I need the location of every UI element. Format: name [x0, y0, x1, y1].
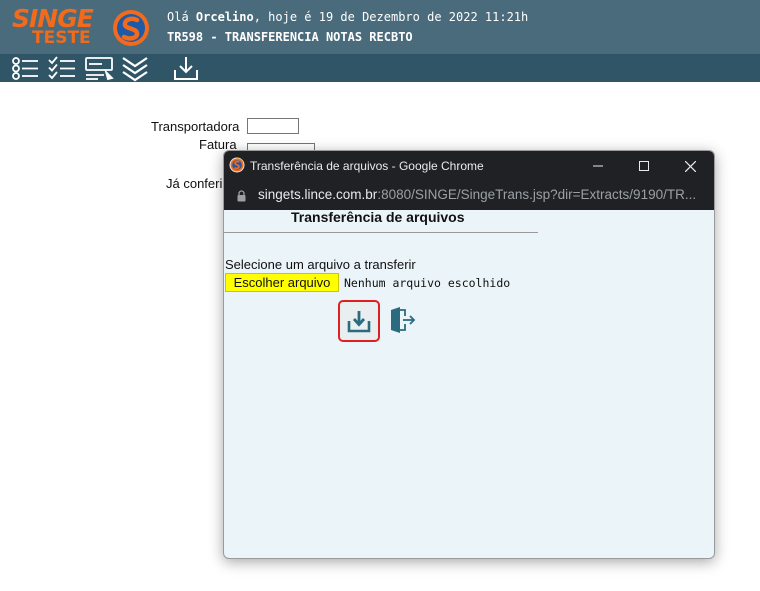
heading-divider — [224, 232, 538, 233]
maximize-icon — [639, 161, 649, 171]
ja-conferido-label: Já conferi — [166, 176, 223, 191]
maximize-button[interactable] — [621, 151, 667, 181]
singe-emblem-icon — [113, 10, 149, 46]
user-name: Orcelino — [195, 10, 254, 24]
lock-icon — [237, 190, 246, 202]
transportadora-input[interactable] — [247, 118, 299, 134]
chrome-icon — [229, 157, 245, 173]
upload-button[interactable] — [338, 300, 380, 342]
popup-heading: Transferência de arquivos — [291, 209, 465, 225]
checklist-icon[interactable] — [47, 55, 77, 82]
url-host: singets.lince.com.br — [258, 187, 378, 202]
double-chevron-down-icon[interactable] — [120, 55, 150, 82]
select-file-instruction: Selecione um arquivo a transferir — [225, 257, 416, 272]
no-file-chosen-text: Nenhum arquivo escolhido — [344, 276, 511, 290]
greeting-text: Olá Orcelino, hoje é 19 de Dezembro de 2… — [167, 10, 528, 24]
singe-logo: SINGE TESTE — [10, 4, 106, 48]
file-transfer-popup: Transferência de arquivos - Google Chrom… — [223, 150, 715, 559]
url-path: :8080/SINGE/SingeTrans.jsp?dir=Extracts/… — [377, 187, 697, 202]
popup-titlebar[interactable]: Transferência de arquivos - Google Chrom… — [224, 151, 714, 181]
url-bar[interactable]: singets.lince.com.br:8080/SINGE/SingeTra… — [224, 181, 714, 210]
minimize-icon — [593, 165, 603, 167]
exit-door-icon[interactable] — [388, 306, 416, 334]
upload-tray-icon — [347, 311, 371, 333]
url-text: singets.lince.com.br:8080/SINGE/SingeTra… — [258, 187, 696, 202]
logo-sub-text: TESTE — [32, 28, 91, 48]
greeting-suffix: , hoje é 19 de Dezembro de 2022 11:21h — [253, 10, 529, 24]
screen-title: TR598 - TRANSFERENCIA NOTAS RECBTO — [167, 30, 413, 44]
list-select-icon[interactable] — [10, 55, 40, 82]
close-button[interactable] — [667, 151, 713, 181]
popup-window-title: Transferência de arquivos - Google Chrom… — [250, 159, 484, 173]
minimize-button[interactable] — [575, 151, 621, 181]
toolbar — [0, 54, 760, 82]
download-icon[interactable] — [171, 55, 201, 82]
greeting-prefix: Olá — [167, 10, 196, 24]
choose-file-button[interactable]: Escolher arquivo — [225, 273, 339, 292]
close-icon — [684, 160, 696, 172]
form-icon[interactable] — [84, 55, 114, 82]
app-header: SINGE TESTE Olá Orcelino, hoje é 19 de D… — [0, 0, 760, 54]
transportadora-label: Transportadora — [151, 119, 240, 134]
